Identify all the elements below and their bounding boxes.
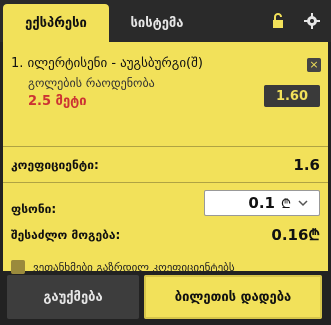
- clear-button[interactable]: გაუქმება: [7, 275, 139, 319]
- betslip-content: 1. ილერტისენი - აუგსბურგი(შ) × გოლების რ…: [3, 42, 328, 296]
- potential-win-row: შესაძლო მოგება: 0.16₾: [11, 225, 320, 245]
- lock-icon[interactable]: [269, 12, 287, 30]
- chevron-down-icon[interactable]: [297, 197, 309, 209]
- bet-event-title: 1. ილერტისენი - აუგსბურგი(შ): [11, 56, 203, 71]
- bet-odds: 1.60: [264, 85, 320, 107]
- place-bet-button[interactable]: ბილეთის დადება: [144, 275, 322, 319]
- tab-system[interactable]: სისტემა: [112, 4, 202, 42]
- bet-market: გოლების რაოდენობა: [28, 76, 155, 90]
- coefficient-row: კოეფიციენტი: 1.6: [11, 156, 320, 174]
- betslip-panel: ექსპრესი სისტემა 1. ილერტისენი - აუგსბურ…: [0, 0, 331, 325]
- gear-icon[interactable]: [303, 12, 321, 30]
- action-bar: გაუქმება ბილეთის დადება: [3, 271, 328, 325]
- stake-label: ფსონი:: [11, 202, 57, 216]
- coefficient-label: კოეფიციენტი:: [11, 158, 99, 172]
- remove-bet-button[interactable]: ×: [307, 58, 321, 72]
- potential-win-value: 0.16₾: [271, 226, 320, 244]
- betslip-tabs: ექსპრესი სისტემა: [0, 0, 331, 42]
- bet-selection: 2.5 მეტი: [28, 94, 87, 109]
- header-icons: [269, 12, 321, 30]
- bet-item: 1. ილერტისენი - აუგსბურგი(შ) × გოლების რ…: [3, 50, 328, 147]
- divider: [3, 182, 328, 183]
- stake-value: 0.1: [248, 194, 275, 212]
- stake-input[interactable]: 0.1 ₾: [204, 190, 320, 216]
- potential-win-label: შესაძლო მოგება:: [11, 228, 121, 242]
- coefficient-value: 1.6: [293, 156, 320, 174]
- tab-express[interactable]: ექსპრესი: [3, 4, 109, 42]
- currency-icon: ₾: [280, 197, 291, 212]
